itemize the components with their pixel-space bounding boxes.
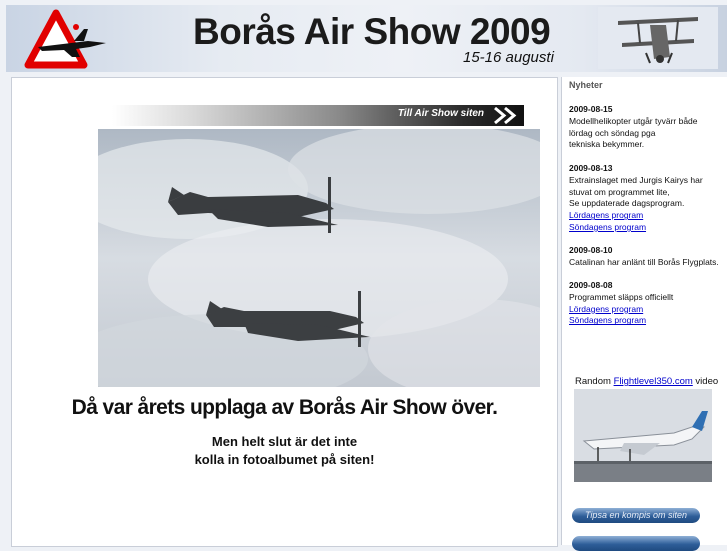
news-text: Programmet släpps officiellt (569, 291, 674, 302)
news-item: 2009-08-13 Extrainslaget med Jurgis Kair… (569, 163, 725, 234)
spitfire-formation-photo (98, 129, 540, 387)
news-date: 2009-08-10 (569, 245, 613, 255)
news-text: tekniska bekymmer. (569, 139, 645, 150)
event-dates: 15-16 augusti (463, 49, 554, 66)
news-date: 2009-08-13 (569, 163, 613, 173)
news-text: Se uppdaterade dagsprogram. (569, 198, 685, 209)
news-date: 2009-08-15 (569, 104, 613, 114)
news-text: lördag och söndag pga (569, 127, 656, 138)
main-content: Till Air Show siten Då var årets upplaga… (11, 77, 558, 547)
random-video-thumbnail[interactable] (574, 389, 712, 482)
flightlevel350-link[interactable]: Flightlevel350.com (614, 376, 693, 387)
saturday-program-link[interactable]: Lördagens program (569, 210, 643, 220)
headline: Då var årets upplaga av Borås Air Show ö… (71, 396, 498, 419)
warning-sign-logo-icon (24, 9, 106, 69)
news-sidebar: Nyheter 2009-08-15 Modellhelikopter utgå… (561, 77, 727, 551)
site-title: Borås Air Show 2009 (193, 11, 551, 52)
double-chevron-right-icon (494, 106, 517, 125)
header-banner: Borås Air Show 2009 15-16 augusti (6, 5, 727, 72)
news-item: 2009-08-08 Programmet släpps officiellt … (569, 280, 725, 327)
air-show-site-link-label: Till Air Show siten (397, 108, 484, 119)
news-text: Extrainslaget med Jurgis Kairys har (569, 174, 703, 185)
subheadline-line-1: Men helt slut är det inte (211, 434, 358, 449)
video-caption-suffix: video (695, 376, 719, 387)
saturday-program-link[interactable]: Lördagens program (569, 304, 643, 314)
subheadline-line-2: kolla in fotoalbumet på siten! (194, 452, 375, 467)
news-text: stuvat om programmet lite, (569, 186, 670, 197)
news-heading: Nyheter (569, 80, 603, 90)
news-item: 2009-08-15 Modellhelikopter utgår tyvärr… (569, 104, 725, 151)
biplane-icon (598, 7, 718, 69)
air-show-site-link[interactable]: Till Air Show siten (112, 105, 524, 126)
random-video-caption: Random Flightlevel350.com video (575, 376, 718, 387)
news-item: 2009-08-10 Catalinan har anlänt till Bor… (569, 245, 725, 269)
news-text: Catalinan har anlänt till Borås Flygplat… (569, 256, 719, 267)
sidebar-secondary-button[interactable] (572, 536, 700, 551)
sunday-program-link[interactable]: Söndagens program (569, 315, 646, 325)
news-date: 2009-08-08 (569, 280, 613, 290)
sunday-program-link[interactable]: Söndagens program (569, 222, 646, 232)
tip-a-friend-button[interactable]: Tipsa en kompis om siten (572, 508, 700, 523)
video-caption-prefix: Random (575, 376, 611, 387)
news-text: Modellhelikopter utgår tyvärr både (569, 115, 698, 126)
